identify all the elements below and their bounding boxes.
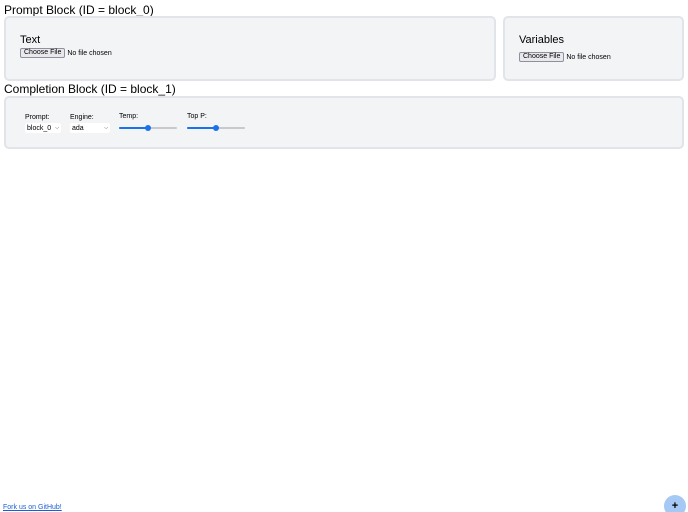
prompt-select[interactable]: block_0 ⌵ bbox=[25, 123, 61, 133]
prompt-block-title: Prompt Block (ID = block_0) bbox=[4, 3, 154, 17]
top-p-field: Top P: bbox=[187, 113, 245, 131]
text-panel-heading: Text bbox=[20, 34, 41, 46]
top-p-label: Top P: bbox=[187, 113, 207, 120]
temp-label: Temp: bbox=[119, 113, 139, 120]
temp-field: Temp: bbox=[119, 113, 177, 131]
text-file-input: Choose File No file chosen bbox=[20, 48, 112, 58]
temp-slider[interactable] bbox=[119, 125, 177, 131]
variables-file-status: No file chosen bbox=[566, 53, 611, 61]
engine-select[interactable]: ada ⌵ bbox=[70, 123, 110, 133]
text-file-status: No file chosen bbox=[67, 49, 112, 57]
variables-panel: Variables Choose File No file chosen bbox=[503, 16, 684, 81]
top-p-slider-fill bbox=[187, 127, 216, 129]
completion-panel: Prompt: block_0 ⌵ Engine: ada ⌵ Temp: To… bbox=[4, 96, 684, 149]
engine-label: Engine: bbox=[70, 114, 94, 121]
temp-slider-fill bbox=[119, 127, 148, 129]
chevron-down-icon: ⌵ bbox=[104, 125, 108, 131]
prompt-field: Prompt: block_0 ⌵ bbox=[25, 114, 61, 133]
engine-select-value: ada bbox=[72, 124, 84, 132]
variables-choose-file-button[interactable]: Choose File bbox=[519, 52, 565, 62]
add-block-button[interactable]: + bbox=[664, 495, 686, 512]
prompt-select-value: block_0 bbox=[27, 124, 52, 132]
github-link[interactable]: Fork us on GitHub! bbox=[3, 504, 62, 511]
prompt-label: Prompt: bbox=[25, 114, 50, 121]
text-choose-file-button[interactable]: Choose File bbox=[20, 48, 66, 58]
variables-file-input: Choose File No file chosen bbox=[519, 52, 611, 62]
top-p-slider[interactable] bbox=[187, 125, 245, 131]
variables-panel-heading: Variables bbox=[519, 34, 565, 46]
completion-block-title: Completion Block (ID = block_1) bbox=[4, 82, 176, 96]
top-p-slider-thumb[interactable] bbox=[213, 125, 219, 131]
engine-field: Engine: ada ⌵ bbox=[70, 114, 110, 133]
temp-slider-thumb[interactable] bbox=[145, 125, 151, 131]
chevron-down-icon: ⌵ bbox=[55, 125, 59, 131]
text-panel: Text Choose File No file chosen bbox=[4, 16, 496, 81]
page: Prompt Block (ID = block_0) Text Choose … bbox=[0, 0, 688, 512]
